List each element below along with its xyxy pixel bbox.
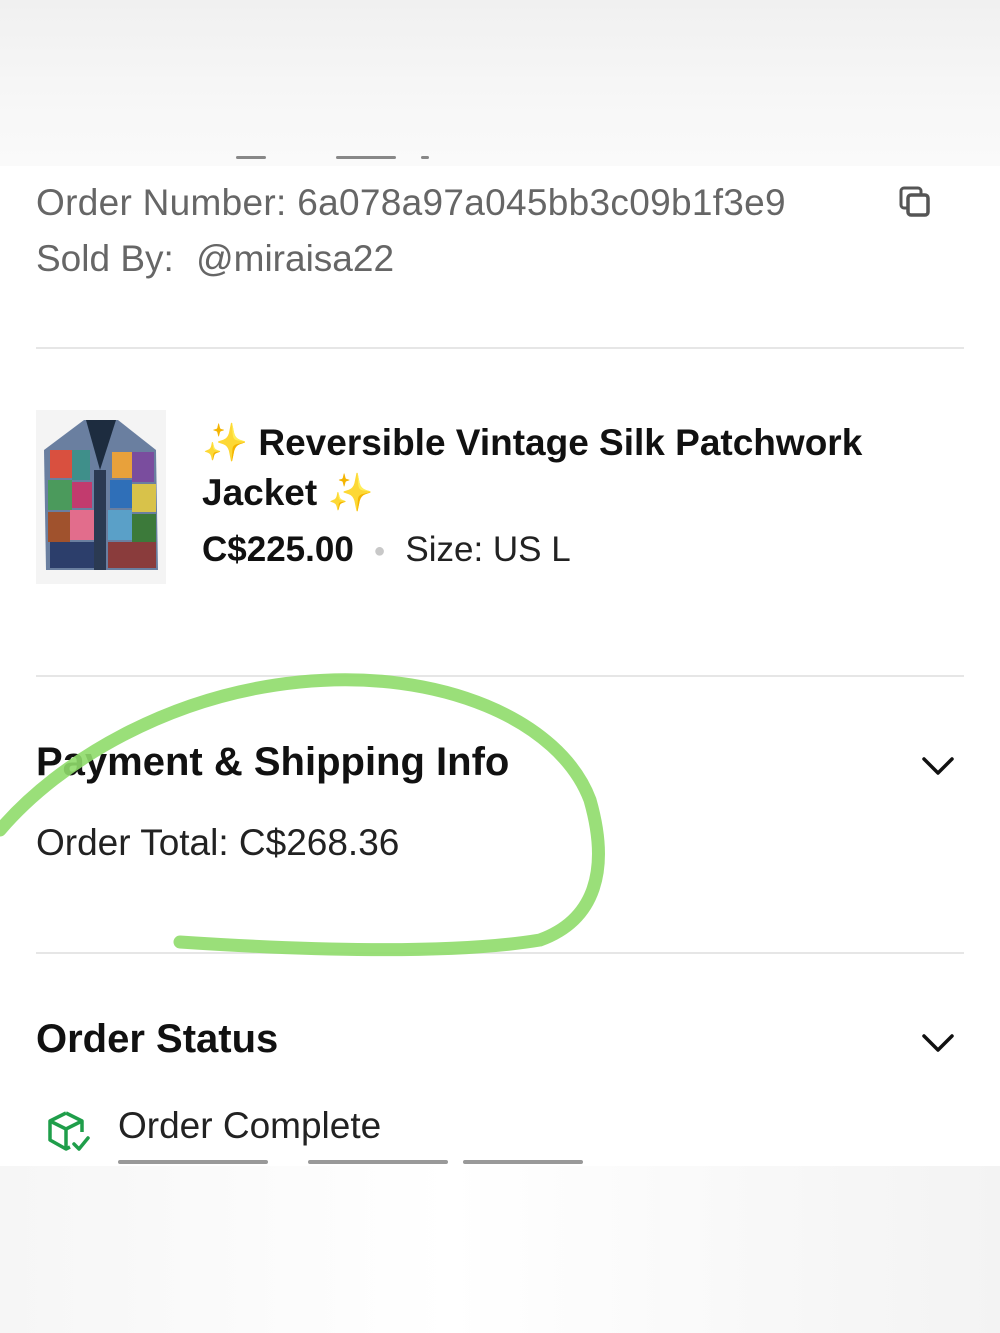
bottom-blur-overlay (0, 1166, 1000, 1333)
order-number-value: 6a078a97a045bb3c09b1f3e9 (297, 182, 786, 223)
product-thumbnail[interactable] (36, 410, 166, 584)
chevron-down-icon (922, 1034, 954, 1052)
payment-expand-button[interactable] (918, 746, 958, 786)
product-title-text: Reversible Vintage Silk Patchwork Jacket (202, 422, 863, 513)
sparkle-icon: ✨ (327, 472, 374, 513)
order-total: Order Total: C$268.36 (36, 822, 399, 864)
product-title[interactable]: ✨ Reversible Vintage Silk Patchwork Jack… (202, 418, 942, 518)
order-number-label: Order Number: (36, 182, 287, 223)
order-total-label: Order Total: (36, 822, 229, 863)
order-status-label: Order Complete (118, 1105, 382, 1146)
product-price-row: C$225.00 ● Size: US L (202, 530, 571, 570)
order-details-page: Order Number: 6a078a97a045bb3c09b1f3e9 S… (0, 0, 1000, 1333)
divider (36, 347, 964, 349)
jacket-image (36, 410, 166, 584)
order-status-expand-button[interactable] (918, 1023, 958, 1063)
package-check-icon (44, 1108, 92, 1156)
divider (36, 675, 964, 677)
payment-shipping-title[interactable]: Payment & Shipping Info (36, 740, 509, 785)
copy-order-number-button[interactable] (896, 184, 936, 224)
size-label: Size: (405, 530, 484, 569)
divider (36, 952, 964, 954)
chevron-down-icon (922, 757, 954, 775)
sparkle-icon: ✨ (202, 422, 249, 463)
copy-icon (899, 186, 930, 217)
product-price: C$225.00 (202, 530, 354, 569)
size-value: US L (492, 530, 571, 569)
seller-username-link[interactable]: @miraisa22 (196, 238, 394, 279)
sold-by-label: Sold By: (36, 238, 174, 279)
clipped-previous-line (36, 150, 456, 166)
clipped-delivery-line (118, 1156, 598, 1166)
sold-by: Sold By: @miraisa22 (36, 238, 394, 280)
order-number: Order Number: 6a078a97a045bb3c09b1f3e9 (36, 182, 786, 224)
separator-dot: ● (373, 540, 386, 563)
order-total-value: C$268.36 (238, 822, 400, 863)
order-status-title[interactable]: Order Status (36, 1017, 278, 1062)
